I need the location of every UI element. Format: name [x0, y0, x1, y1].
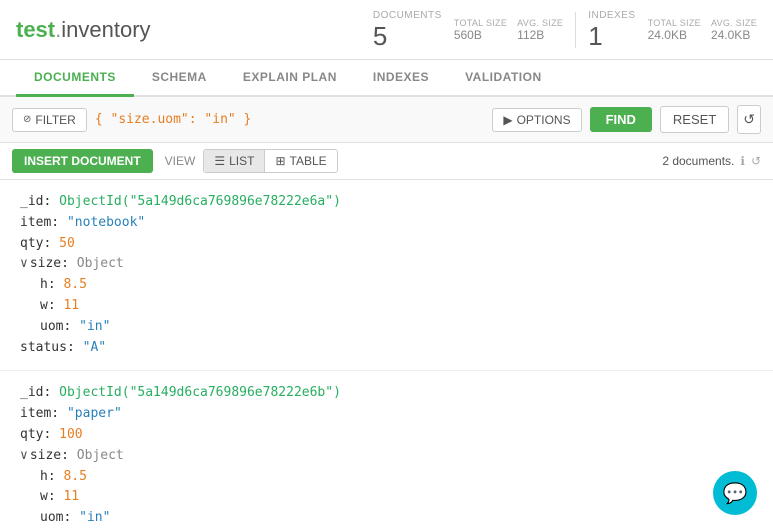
action-right: 2 documents. ℹ ↺ [662, 154, 761, 168]
doc2-item-line: item: "paper" [20, 404, 753, 425]
doc2-w-line: w: 11 [40, 487, 753, 508]
tabs: DOCUMENTS SCHEMA EXPLAIN PLAN INDEXES VA… [0, 60, 773, 97]
table-icon: ⊞ [275, 154, 285, 168]
table-label: TABLE [290, 154, 327, 168]
indexes-avg-size-label: AVG. SIZE [711, 18, 757, 28]
tab-documents[interactable]: DOCUMENTS [16, 60, 134, 97]
list-view-button[interactable]: ☰ LIST [204, 150, 265, 172]
query-input[interactable] [95, 112, 484, 127]
documents-avg-size: AVG. SIZE 112B [517, 18, 563, 42]
chat-button[interactable]: 💬 [713, 471, 757, 515]
filter-button[interactable]: ⊘ FILTER [12, 108, 87, 132]
toolbar: ⊘ FILTER ▶ OPTIONS FIND RESET ↺ [0, 97, 773, 143]
doc2-qty-line: qty: 100 [20, 425, 753, 446]
doc2-uom: "in" [79, 510, 110, 525]
header: test.inventory DOCUMENTS 5 TOTAL SIZE 56… [0, 0, 773, 60]
doc1-h-line: h: 8.5 [40, 275, 753, 296]
logo: test.inventory [16, 17, 151, 43]
indexes-count: 1 [588, 23, 602, 49]
doc2-h-line: h: 8.5 [40, 467, 753, 488]
tab-schema[interactable]: SCHEMA [134, 60, 225, 97]
doc2-id: ObjectId("5a149d6ca769896e78222e6b") [59, 385, 341, 400]
documents-total-size-value: 560B [454, 28, 482, 42]
doc1-w: 11 [63, 298, 79, 313]
filter-label: FILTER [35, 113, 75, 127]
list-label: LIST [229, 154, 254, 168]
doc2-h: 8.5 [63, 469, 86, 484]
indexes-label: INDEXES [588, 10, 635, 21]
insert-document-button[interactable]: INSERT DOCUMENT [12, 149, 153, 173]
doc1-item: "notebook" [67, 215, 145, 230]
action-bar: INSERT DOCUMENT VIEW ☰ LIST ⊞ TABLE 2 do… [0, 143, 773, 180]
undo-button[interactable]: ↺ [737, 105, 761, 134]
table-view-button[interactable]: ⊞ TABLE [265, 150, 336, 172]
doc2-w: 11 [63, 489, 79, 504]
doc1-w-line: w: 11 [40, 296, 753, 317]
chat-icon: 💬 [723, 481, 748, 506]
document-row: _id: ObjectId("5a149d6ca769896e78222e6b"… [0, 371, 773, 528]
action-left: INSERT DOCUMENT VIEW ☰ LIST ⊞ TABLE [12, 149, 338, 173]
info-icon[interactable]: ℹ [740, 154, 745, 168]
options-label: OPTIONS [517, 113, 571, 127]
doc1-qty-line: qty: 50 [20, 234, 753, 255]
documents-stat: DOCUMENTS 5 [373, 10, 442, 49]
refresh-icon[interactable]: ↺ [751, 154, 761, 168]
collapse-icon[interactable]: ∨ [20, 448, 28, 463]
doc1-status-line: status: "A" [20, 338, 753, 359]
indexes-stat: INDEXES 1 [588, 10, 635, 49]
doc1-uom: "in" [79, 319, 110, 334]
logo-test: test [16, 17, 55, 42]
indexes-total-size-label: TOTAL SIZE [648, 18, 701, 28]
doc1-id-line: _id: ObjectId("5a149d6ca769896e78222e6a"… [20, 192, 753, 213]
tab-indexes[interactable]: INDEXES [355, 60, 447, 97]
indexes-avg-size-value: 24.0KB [711, 28, 750, 42]
doc2-qty: 100 [59, 427, 82, 442]
doc1-id: ObjectId("5a149d6ca769896e78222e6a") [59, 194, 341, 209]
doc2-item: "paper" [67, 406, 122, 421]
indexes-avg-size: AVG. SIZE 24.0KB [711, 18, 757, 42]
header-stats: DOCUMENTS 5 TOTAL SIZE 560B AVG. SIZE 11… [373, 10, 757, 49]
avg-size-label: AVG. SIZE [517, 18, 563, 28]
doc2-size-line: ∨size: Object [20, 446, 753, 467]
document-list: _id: ObjectId("5a149d6ca769896e78222e6a"… [0, 180, 773, 528]
doc1-qty: 50 [59, 236, 75, 251]
view-toggle: ☰ LIST ⊞ TABLE [203, 149, 337, 173]
list-icon: ☰ [214, 154, 225, 168]
reset-button[interactable]: RESET [660, 106, 729, 133]
doc2-size-label: Object [77, 448, 124, 463]
stat-divider [575, 12, 576, 48]
indexes-total-size-value: 24.0KB [648, 28, 687, 42]
document-row: _id: ObjectId("5a149d6ca769896e78222e6a"… [0, 180, 773, 371]
documents-total-size: TOTAL SIZE 560B [454, 18, 507, 42]
tab-explain-plan[interactable]: EXPLAIN PLAN [225, 60, 355, 97]
documents-count: 5 [373, 23, 387, 49]
options-button[interactable]: ▶ OPTIONS [492, 108, 581, 132]
doc1-status: "A" [83, 340, 106, 355]
find-button[interactable]: FIND [590, 107, 652, 132]
indexes-sub-stats: TOTAL SIZE 24.0KB AVG. SIZE 24.0KB [648, 18, 757, 42]
doc1-size-label: Object [77, 256, 124, 271]
documents-avg-size-value: 112B [517, 28, 544, 42]
doc2-id-line: _id: ObjectId("5a149d6ca769896e78222e6b"… [20, 383, 753, 404]
doc-count: 2 documents. [662, 154, 734, 168]
doc1-size-line: ∨size: Object [20, 254, 753, 275]
chevron-right-icon: ▶ [503, 113, 512, 127]
doc1-h: 8.5 [63, 277, 86, 292]
collapse-icon[interactable]: ∨ [20, 256, 28, 271]
total-size-label: TOTAL SIZE [454, 18, 507, 28]
documents-label: DOCUMENTS [373, 10, 442, 21]
doc1-uom-line: uom: "in" [40, 317, 753, 338]
view-label: VIEW [165, 154, 196, 168]
documents-sub-stats: TOTAL SIZE 560B AVG. SIZE 112B [454, 18, 563, 42]
indexes-total-size: TOTAL SIZE 24.0KB [648, 18, 701, 42]
logo-inventory: inventory [61, 17, 150, 42]
doc2-uom-line: uom: "in" [40, 508, 753, 528]
tab-validation[interactable]: VALIDATION [447, 60, 560, 97]
filter-icon: ⊘ [23, 114, 31, 125]
doc1-item-line: item: "notebook" [20, 213, 753, 234]
